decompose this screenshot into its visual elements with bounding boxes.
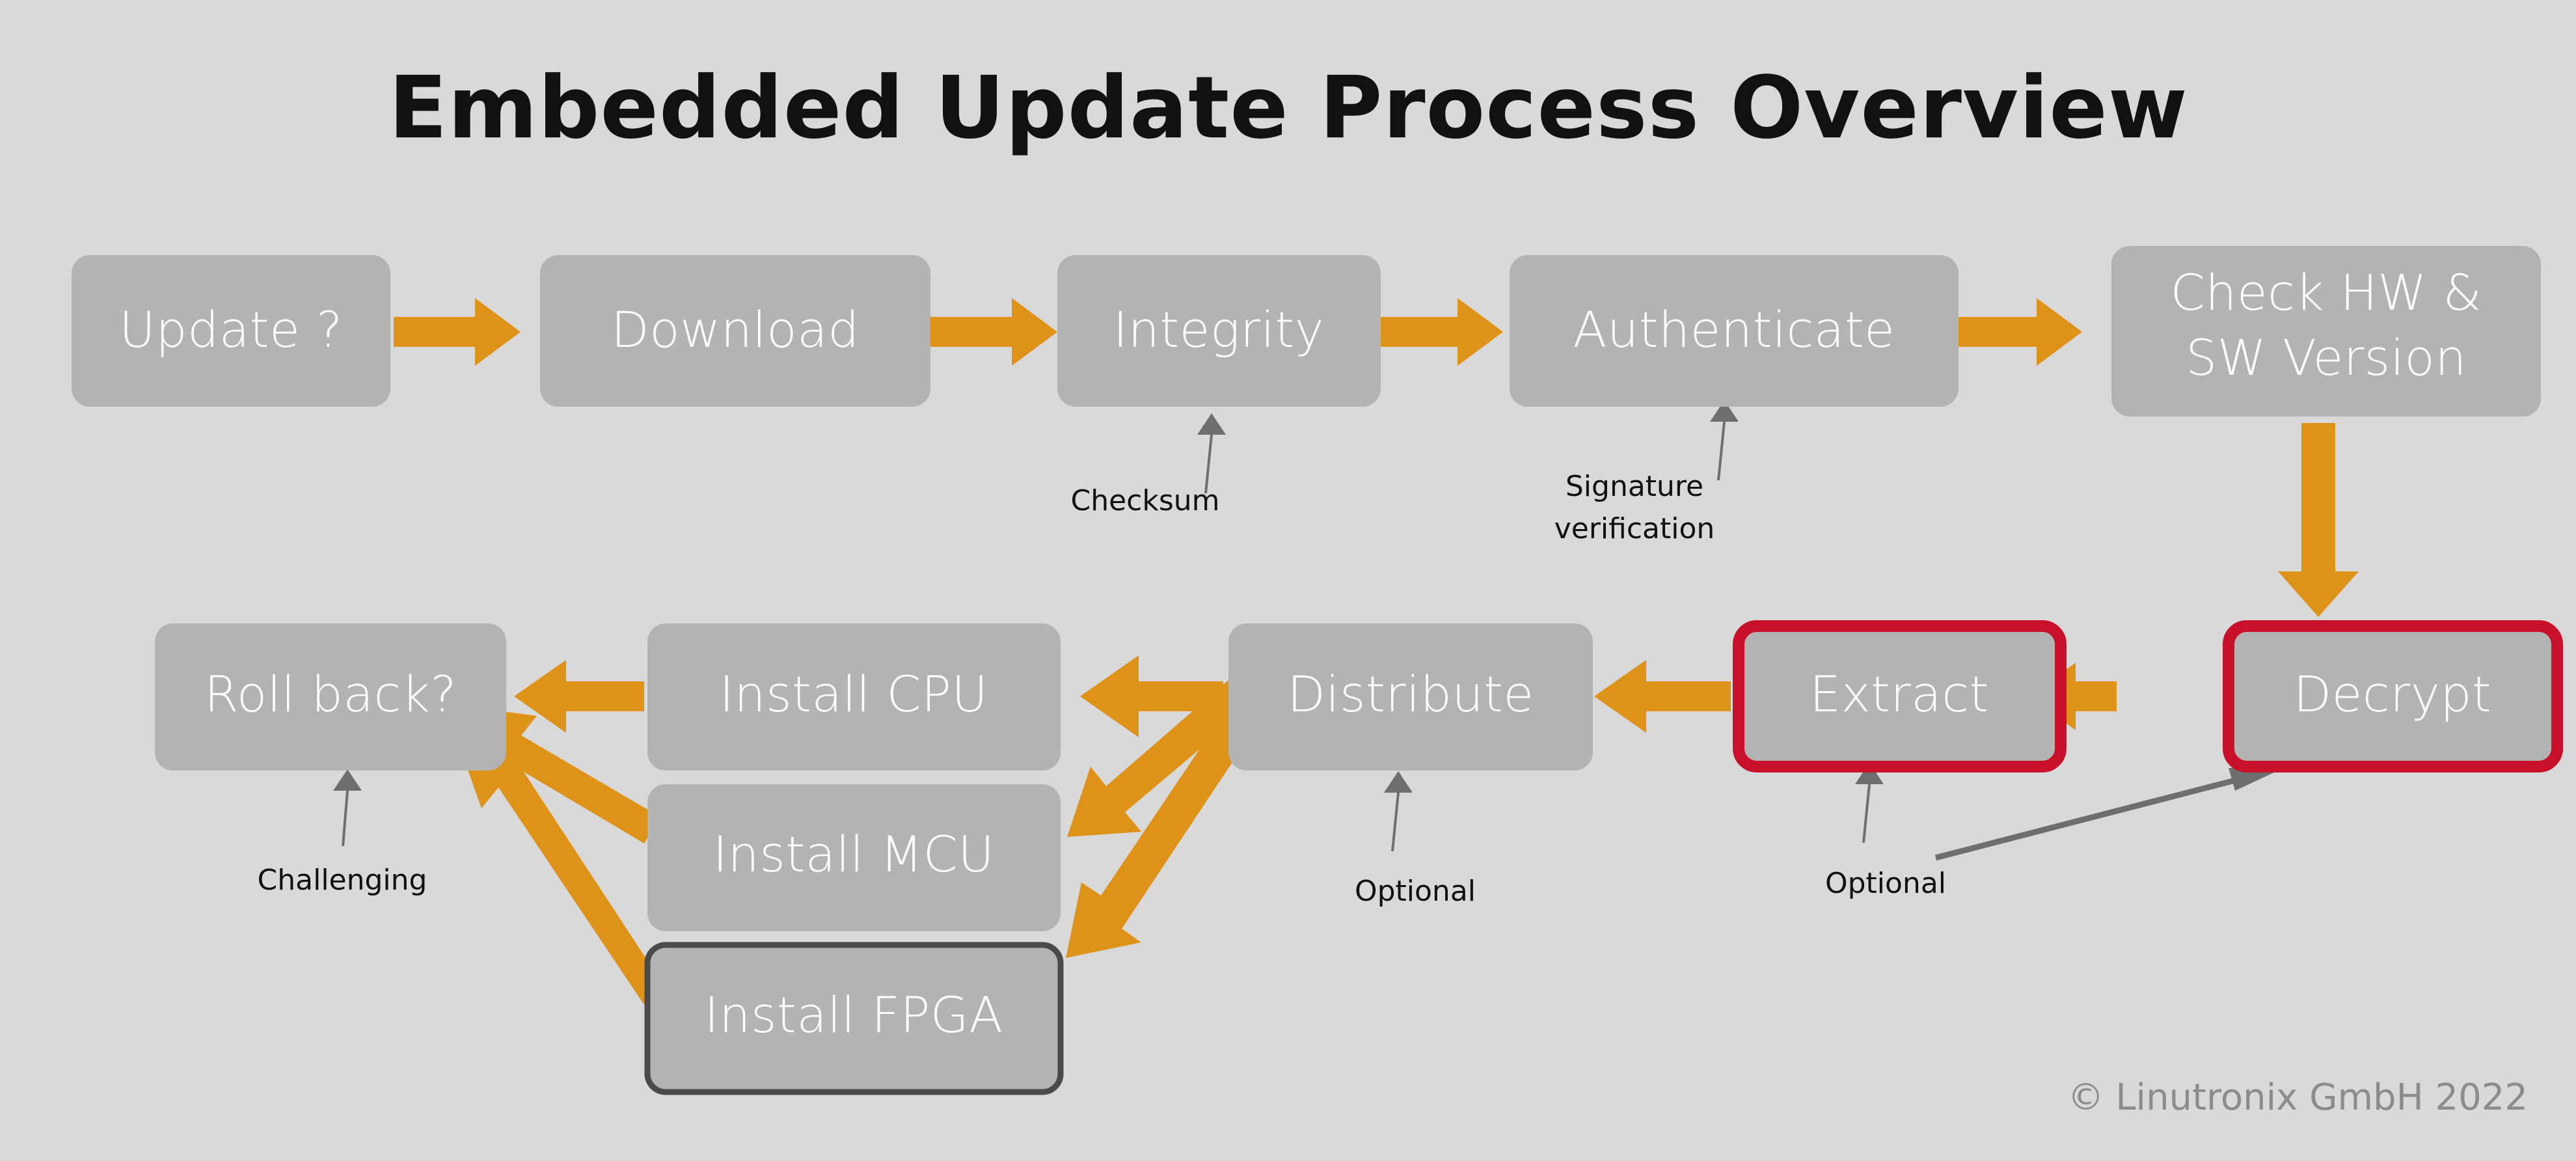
note-arrow-signature (1710, 400, 1739, 480)
node-decrypt[interactable]: Decrypt (2223, 620, 2563, 772)
node-install-cpu[interactable]: Install CPU (647, 623, 1061, 771)
node-rollback-label: Roll back? (204, 665, 457, 723)
node-extract-label: Extract (1810, 665, 1989, 723)
node-integrity[interactable]: Integrity (1057, 255, 1381, 407)
node-update[interactable]: Update ? (72, 255, 390, 407)
footer-copyright: © Linutronix GmbH 2022 (2068, 1076, 2528, 1119)
page-title: Embedded Update Process Overview (388, 58, 2188, 158)
note-label-optional-distribute: Optional (1355, 875, 1476, 908)
arrow-authenticate-to-checkhw (1959, 298, 2082, 366)
note-label-signature-line2: verification (1554, 512, 1715, 545)
node-check-hw-sw-version-label-line2: SW Version (2186, 329, 2467, 387)
node-update-label: Update ? (119, 301, 343, 359)
node-check-hw-sw-version-label-line1: Check HW & (2171, 264, 2482, 321)
node-authenticate[interactable]: Authenticate (1510, 255, 1959, 407)
node-download-label: Download (611, 301, 860, 359)
note-arrow-checksum (1197, 413, 1226, 493)
note-label-challenging: Challenging (258, 864, 427, 897)
note-line-optional-decrypt (1934, 771, 2259, 861)
arrow-update-to-download (394, 298, 521, 366)
node-check-hw-sw-version[interactable]: Check HW & SW Version (2111, 246, 2541, 417)
arrow-extract-to-distribute (1594, 660, 1731, 733)
note-label-signature-line1: Signature (1566, 470, 1703, 503)
arrow-integrity-to-authenticate (1381, 298, 1503, 366)
arrow-download-to-integrity (930, 298, 1057, 366)
node-extract[interactable]: Extract (1733, 620, 2067, 772)
node-install-mcu-label: Install MCU (713, 825, 995, 883)
node-install-fpga-label: Install FPGA (704, 986, 1003, 1044)
note-arrow-challenging (333, 769, 362, 846)
note-arrow-optional-extract (1855, 763, 1884, 843)
node-distribute[interactable]: Distribute (1228, 623, 1593, 771)
node-download[interactable]: Download (540, 255, 930, 407)
diagram-canvas: Embedded Update Process Overview Update … (0, 0, 2576, 1161)
note-label-optional-extract: Optional (1825, 867, 1946, 900)
node-authenticate-label: Authenticate (1573, 301, 1895, 359)
node-distribute-label: Distribute (1287, 665, 1534, 723)
arrow-checkhw-to-decrypt (2278, 423, 2359, 617)
node-install-mcu[interactable]: Install MCU (647, 784, 1061, 931)
node-rollback[interactable]: Roll back? (155, 623, 506, 771)
node-decrypt-label: Decrypt (2294, 665, 2492, 723)
node-integrity-label: Integrity (1113, 301, 1324, 359)
node-install-fpga[interactable]: Install FPGA (644, 942, 1064, 1095)
note-label-checksum: Checksum (1070, 484, 1219, 517)
process-flow-diagram: Embedded Update Process Overview Update … (72, 58, 2563, 1119)
note-arrow-optional-distribute (1384, 771, 1413, 851)
arrow-install-cpu-to-rollback (514, 660, 644, 733)
node-install-cpu-label: Install CPU (720, 665, 988, 723)
